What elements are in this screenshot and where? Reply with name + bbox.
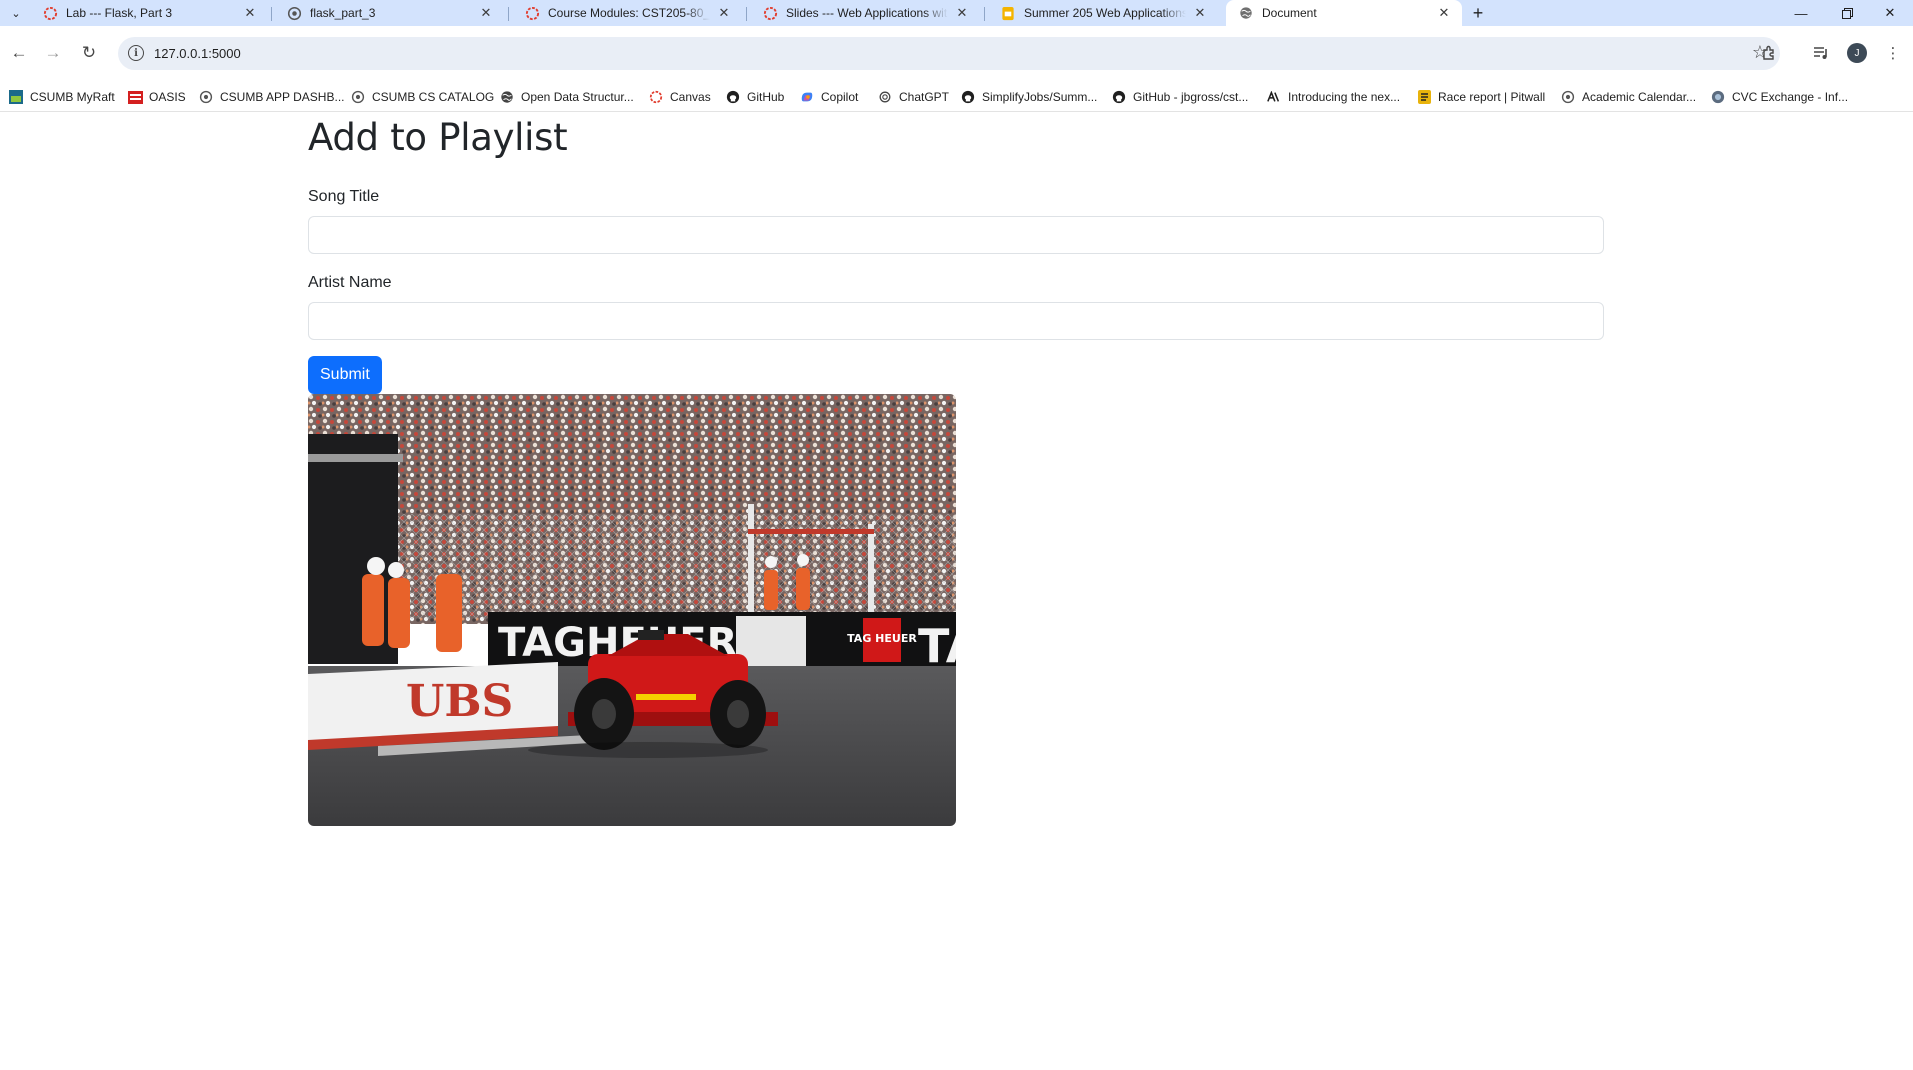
- bookmark-item[interactable]: CSUMB APP DASHB...: [198, 88, 344, 106]
- bookmark-label: ChatGPT: [899, 90, 950, 104]
- bookmark-label: OASIS: [149, 90, 186, 104]
- canvas-icon: [524, 5, 540, 21]
- page-viewport: Add to Playlist Song Title Artist Name S…: [0, 112, 1913, 1070]
- tab-title: Course Modules: CST205-80_SU: [548, 6, 710, 20]
- tab-title: Document: [1262, 6, 1317, 20]
- globe-icon: [499, 89, 515, 105]
- github-icon: [1111, 89, 1127, 105]
- tab-title: flask_part_3: [310, 6, 376, 20]
- bookmark-label: Copilot: [821, 90, 859, 104]
- oasis-icon: [127, 89, 143, 105]
- bookmark-item[interactable]: GitHub: [725, 88, 784, 106]
- restore-icon[interactable]: [1824, 0, 1870, 26]
- ta-sign: TA: [918, 619, 956, 673]
- bookmark-item[interactable]: Race report | Pitwall: [1416, 88, 1545, 106]
- replit-icon: [198, 89, 214, 105]
- song-title-label: Song Title: [308, 188, 380, 205]
- cvc-icon: [1710, 89, 1726, 105]
- bookmark-label: CVC Exchange - Inf...: [1732, 90, 1849, 104]
- bookmark-item[interactable]: Introducing the nex...: [1266, 88, 1400, 106]
- profile-avatar[interactable]: J: [1847, 43, 1867, 63]
- bookmark-item[interactable]: CSUMB CS CATALOG: [350, 88, 494, 106]
- new-tab-icon[interactable]: +: [1466, 1, 1490, 25]
- tab-3[interactable]: Course Modules: CST205-80_SU ✕: [512, 0, 742, 26]
- tab-4[interactable]: Slides --- Web Applications with ✕: [750, 0, 980, 26]
- bookmark-label: GitHub - jbgross/cst...: [1133, 90, 1249, 104]
- bookmark-label: Academic Calendar...: [1582, 90, 1697, 104]
- replit-icon: [350, 89, 366, 105]
- bookmarks-bar: CSUMB MyRaft OASIS CSUMB APP DASHB... CS…: [0, 82, 1913, 112]
- close-icon[interactable]: ✕: [954, 5, 970, 21]
- tab-strip: ⌄ Lab --- Flask, Part 3 ✕ flask_part_3 ✕…: [0, 0, 1913, 26]
- f1-race-car-photo: TAGHEUER TAG HEUER TA UBS: [308, 394, 956, 826]
- bookmark-item[interactable]: Open Data Structur...: [499, 88, 634, 106]
- tab-1[interactable]: Lab --- Flask, Part 3 ✕: [30, 0, 268, 26]
- site-info-icon[interactable]: i: [128, 45, 144, 61]
- replit-icon: [1560, 89, 1576, 105]
- back-icon[interactable]: ←: [4, 38, 34, 68]
- menu-kebab-icon[interactable]: ⋮: [1880, 40, 1906, 66]
- close-icon[interactable]: ✕: [1192, 5, 1208, 21]
- page-title: Add to Playlist: [308, 116, 568, 159]
- bookmark-item[interactable]: GitHub - jbgross/cst...: [1111, 88, 1248, 106]
- tab-2[interactable]: flask_part_3 ✕: [274, 0, 504, 26]
- bookmark-item[interactable]: Copilot: [799, 88, 858, 106]
- bookmark-item[interactable]: Canvas: [648, 88, 711, 106]
- reload-icon[interactable]: ↻: [74, 38, 104, 68]
- media-controls-icon[interactable]: [1808, 40, 1834, 66]
- bookmark-label: GitHub: [747, 90, 785, 104]
- close-icon[interactable]: ✕: [478, 5, 494, 21]
- bookmark-label: Introducing the nex...: [1288, 90, 1401, 104]
- tagheuer-logo: TAG HEUER: [847, 632, 917, 645]
- bookmark-item[interactable]: OASIS: [127, 88, 186, 106]
- github-icon: [725, 89, 741, 105]
- bookmark-item[interactable]: Academic Calendar...: [1560, 88, 1696, 106]
- ubs-sign: UBS: [406, 676, 513, 727]
- bookmark-label: SimplifyJobs/Summ...: [982, 90, 1098, 104]
- bookmark-item[interactable]: CSUMB MyRaft: [8, 88, 115, 106]
- bookmark-label: CSUMB MyRaft: [30, 90, 115, 104]
- tab-6-active[interactable]: Document ✕: [1226, 0, 1462, 26]
- artist-name-input[interactable]: [308, 302, 1604, 340]
- song-title-input[interactable]: [308, 216, 1604, 254]
- form-container: Add to Playlist Song Title Artist Name S…: [308, 112, 1604, 826]
- bookmark-label: CSUMB APP DASHB...: [220, 90, 345, 104]
- forward-icon[interactable]: →: [38, 38, 68, 68]
- tab-5[interactable]: Summer 205 Web Applications ✕: [988, 0, 1218, 26]
- submit-button[interactable]: Submit: [308, 356, 382, 394]
- anthropic-icon: [1266, 89, 1282, 105]
- bookmark-label: Open Data Structur...: [521, 90, 634, 104]
- browser-toolbar: ← → ↻ i 127.0.0.1:5000 ☆ J ⋮: [0, 26, 1913, 82]
- canvas-icon: [42, 5, 58, 21]
- bookmark-item[interactable]: ChatGPT: [877, 88, 949, 106]
- artist-name-label: Artist Name: [308, 274, 392, 291]
- bookmark-item[interactable]: CVC Exchange - Inf...: [1710, 88, 1848, 106]
- address-url[interactable]: 127.0.0.1:5000: [154, 46, 241, 61]
- myraft-icon: [8, 89, 24, 105]
- bookmark-label: Canvas: [670, 90, 711, 104]
- minimize-icon[interactable]: —: [1778, 0, 1824, 26]
- bookmark-label: CSUMB CS CATALOG: [372, 90, 495, 104]
- tab-title: Slides --- Web Applications with: [786, 6, 948, 20]
- tab-title: Lab --- Flask, Part 3: [66, 6, 173, 20]
- bookmark-item[interactable]: SimplifyJobs/Summ...: [960, 88, 1097, 106]
- canvas-icon: [762, 5, 778, 21]
- address-bar[interactable]: i 127.0.0.1:5000 ☆: [118, 37, 1780, 70]
- globe-icon: [1238, 5, 1254, 21]
- close-icon[interactable]: ✕: [242, 5, 258, 21]
- github-icon: [960, 89, 976, 105]
- tab-search-chevron-icon[interactable]: ⌄: [4, 2, 28, 24]
- extensions-icon[interactable]: [1756, 40, 1782, 66]
- chatgpt-icon: [877, 89, 893, 105]
- copilot-icon: [799, 89, 815, 105]
- bookmark-label: Race report | Pitwall: [1438, 90, 1546, 104]
- replit-icon: [286, 5, 302, 21]
- close-icon[interactable]: ✕: [1436, 5, 1452, 21]
- close-icon[interactable]: ✕: [716, 5, 732, 21]
- tab-title: Summer 205 Web Applications: [1024, 6, 1186, 20]
- pitwall-icon: [1416, 89, 1432, 105]
- canvas-icon: [648, 89, 664, 105]
- slides-icon: [1000, 5, 1016, 21]
- window-close-icon[interactable]: ✕: [1867, 0, 1913, 26]
